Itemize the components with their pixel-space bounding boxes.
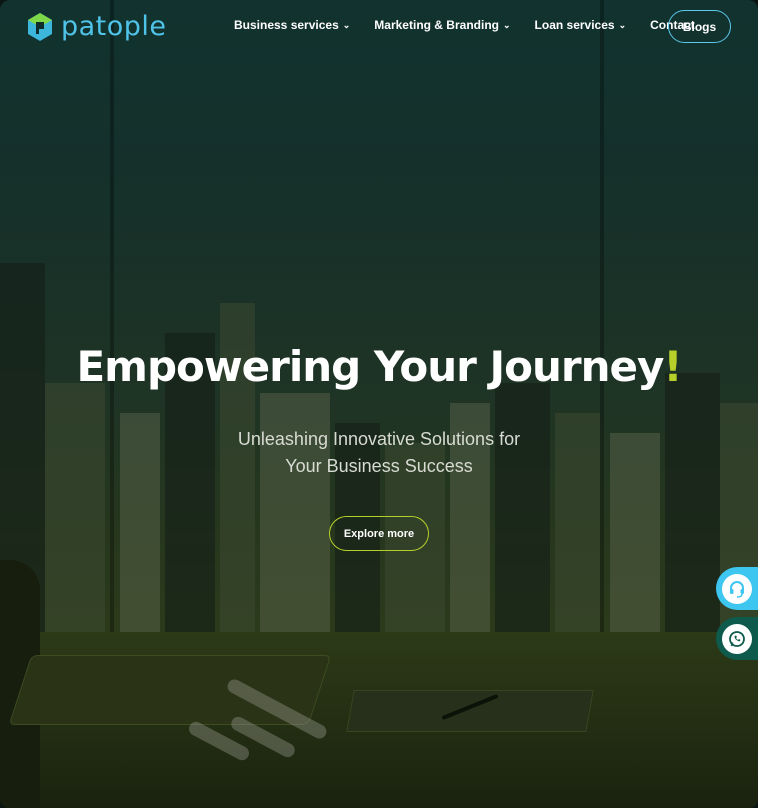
window-frame bbox=[600, 0, 604, 640]
support-chat-button[interactable] bbox=[716, 567, 758, 610]
chevron-down-icon: ⌄ bbox=[502, 19, 511, 30]
headset-support-icon bbox=[722, 573, 752, 604]
whatsapp-icon bbox=[722, 623, 752, 654]
explore-more-button[interactable]: Explore more bbox=[329, 516, 429, 551]
brand-name: patople bbox=[61, 11, 167, 42]
skyline-building bbox=[495, 383, 550, 633]
brand-logo[interactable]: patople bbox=[27, 12, 167, 42]
nav-business-services[interactable]: Business services ⌄ bbox=[234, 18, 350, 32]
skyline-building bbox=[45, 383, 105, 633]
hero-subheadline: Unleashing Innovative Solutions for Your… bbox=[0, 426, 758, 480]
hero-headline-text: Empowering Your Journey bbox=[76, 342, 664, 391]
hero-headline-accent: ! bbox=[663, 342, 682, 391]
nav-loan-services[interactable]: Loan services ⌄ bbox=[535, 18, 627, 32]
nav-item-label: Marketing & Branding bbox=[374, 18, 499, 32]
window-frame bbox=[110, 0, 114, 640]
nav-item-label: Loan services bbox=[534, 18, 615, 32]
patople-logo-icon bbox=[27, 12, 53, 42]
main-nav: Business services ⌄ Marketing & Branding… bbox=[234, 18, 719, 32]
hero-headline: Empowering Your Journey! bbox=[0, 342, 758, 391]
hero-section bbox=[0, 0, 758, 808]
whatsapp-button[interactable] bbox=[716, 617, 758, 660]
nav-item-label: Business services bbox=[234, 18, 339, 32]
skyline-building bbox=[665, 373, 720, 633]
hero-subheadline-line: Your Business Success bbox=[285, 456, 473, 476]
blogs-button[interactable]: Blogs bbox=[668, 10, 731, 43]
chevron-down-icon: ⌄ bbox=[618, 19, 627, 30]
nav-marketing-branding[interactable]: Marketing & Branding ⌄ bbox=[374, 18, 510, 32]
chevron-down-icon: ⌄ bbox=[342, 19, 351, 30]
notebook bbox=[346, 690, 594, 732]
hero-subheadline-line: Unleashing Innovative Solutions for bbox=[237, 429, 521, 449]
